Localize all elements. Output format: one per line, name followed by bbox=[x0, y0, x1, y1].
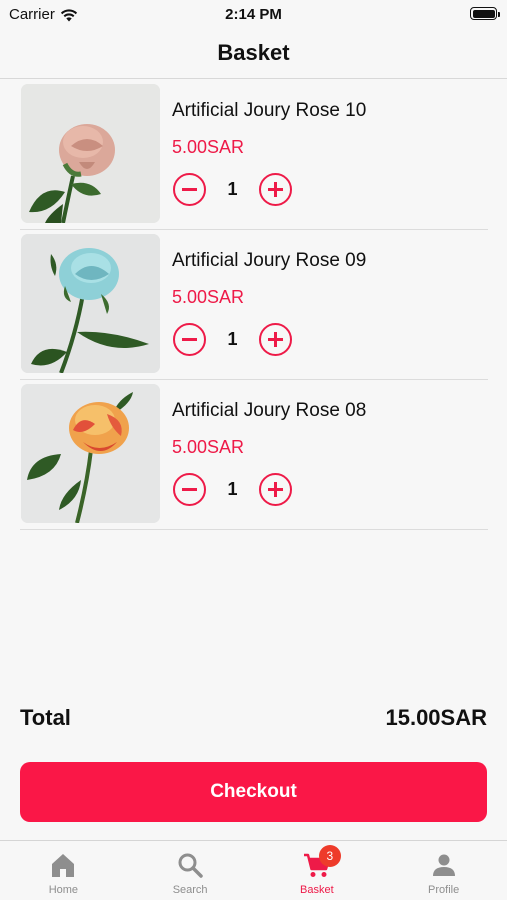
minus-icon bbox=[182, 188, 197, 191]
product-price: 5.00SAR bbox=[172, 437, 245, 457]
minus-icon bbox=[182, 488, 197, 491]
search-icon bbox=[176, 851, 204, 879]
battery-icon bbox=[470, 7, 500, 20]
person-icon bbox=[430, 851, 458, 879]
tab-label: Profile bbox=[428, 884, 460, 896]
decrease-quantity-button[interactable] bbox=[173, 323, 206, 356]
product-image-blue-rose[interactable] bbox=[21, 234, 160, 373]
basket-item: Artificial Joury Rose 08 5.00SAR 1 bbox=[20, 380, 488, 530]
product-name[interactable]: Artificial Joury Rose 10 bbox=[172, 100, 366, 122]
product-image-pink-rose[interactable] bbox=[21, 84, 160, 223]
total-row: Total 15.00SAR bbox=[20, 705, 487, 735]
cart-count-badge: 3 bbox=[318, 845, 341, 867]
home-icon bbox=[49, 851, 77, 879]
decrease-quantity-button[interactable] bbox=[173, 173, 206, 206]
basket-item: Artificial Joury Rose 10 5.00SAR 1 bbox=[20, 80, 488, 230]
product-name[interactable]: Artificial Joury Rose 08 bbox=[172, 400, 366, 422]
product-price: 5.00SAR bbox=[172, 287, 245, 307]
product-image-orange-rose[interactable] bbox=[21, 384, 160, 523]
cart-icon: 3 bbox=[303, 845, 341, 879]
tab-basket[interactable]: 3 Basket bbox=[254, 841, 381, 900]
quantity-value: 1 bbox=[227, 479, 238, 499]
increase-quantity-button[interactable] bbox=[259, 473, 292, 506]
quantity-stepper: 1 bbox=[173, 173, 293, 206]
tab-label: Basket bbox=[300, 884, 334, 896]
page-title: Basket bbox=[217, 40, 290, 65]
tab-label: Home bbox=[48, 884, 79, 896]
tab-search[interactable]: Search bbox=[127, 841, 254, 900]
tab-label: Search bbox=[172, 884, 208, 896]
tab-bar: Home Search 3 Basket Profile bbox=[0, 840, 507, 900]
tab-home[interactable]: Home bbox=[0, 841, 127, 900]
quantity-stepper: 1 bbox=[173, 473, 293, 506]
total-label: Total bbox=[20, 705, 71, 730]
basket-list: Artificial Joury Rose 10 5.00SAR 1 Artif… bbox=[20, 80, 488, 530]
basket-item: Artificial Joury Rose 09 5.00SAR 1 bbox=[20, 230, 488, 380]
increase-quantity-button[interactable] bbox=[259, 173, 292, 206]
total-value: 15.00SAR bbox=[385, 705, 487, 730]
quantity-value: 1 bbox=[227, 329, 238, 349]
product-name[interactable]: Artificial Joury Rose 09 bbox=[172, 250, 366, 272]
increase-quantity-button[interactable] bbox=[259, 323, 292, 356]
quantity-value: 1 bbox=[227, 179, 238, 199]
status-time: 2:14 PM bbox=[225, 6, 282, 23]
nav-header: Basket bbox=[0, 28, 507, 79]
quantity-stepper: 1 bbox=[173, 323, 293, 356]
product-price: 5.00SAR bbox=[172, 137, 245, 157]
decrease-quantity-button[interactable] bbox=[173, 473, 206, 506]
checkout-button[interactable]: Checkout bbox=[20, 762, 487, 822]
minus-icon bbox=[182, 338, 197, 341]
status-bar: Carrier 2:14 PM bbox=[0, 0, 507, 28]
tab-profile[interactable]: Profile bbox=[380, 841, 507, 900]
